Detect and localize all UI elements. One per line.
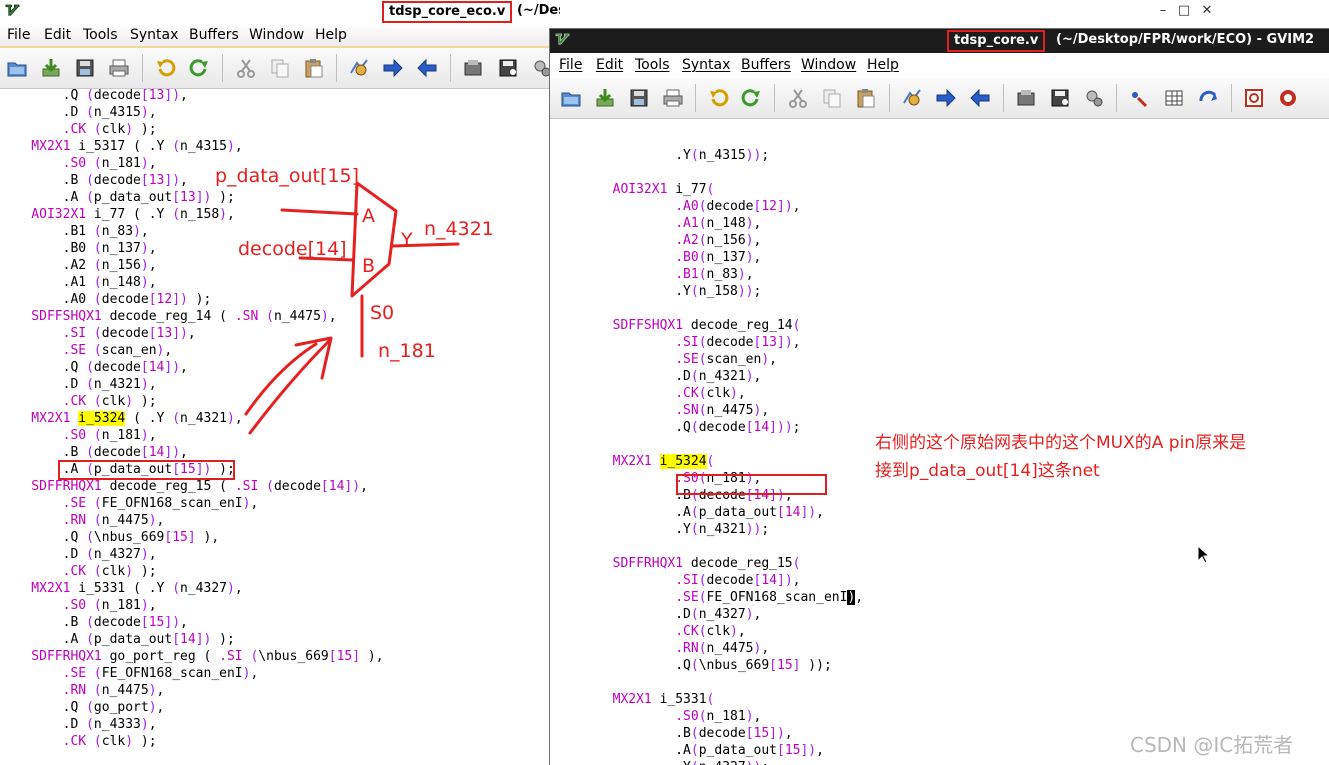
annotation-sel-net: n_181 [378, 340, 436, 362]
annotation-s0-label: S0 [370, 302, 395, 324]
mux-input-a-wire [280, 208, 359, 216]
annotation-layer [244, 181, 460, 435]
csdn-watermark: CSDN @IC拓荒者 [1130, 733, 1294, 757]
annotation-mux-a-label: A [362, 205, 375, 227]
annotation-mux-b-label: B [362, 255, 376, 277]
annotation-note-line2: 接到p_data_out[14]这条net [875, 461, 1100, 481]
annotation-mux-y-label: Y [401, 229, 413, 251]
annotation-note-line1: 右侧的这个原始网表中的这个MUX的A pin原来是 [875, 433, 1247, 453]
pointer-arrow-shaft-1 [248, 338, 332, 435]
annotation-pin-b-net: decode[14] [238, 238, 347, 260]
annotation-out-net: n_4321 [424, 218, 494, 240]
annotation-pin-a-net: p_data_out[15] [215, 165, 359, 187]
mux-symbol-outline [350, 181, 398, 298]
pointer-arrow-shaft-2 [244, 342, 318, 416]
